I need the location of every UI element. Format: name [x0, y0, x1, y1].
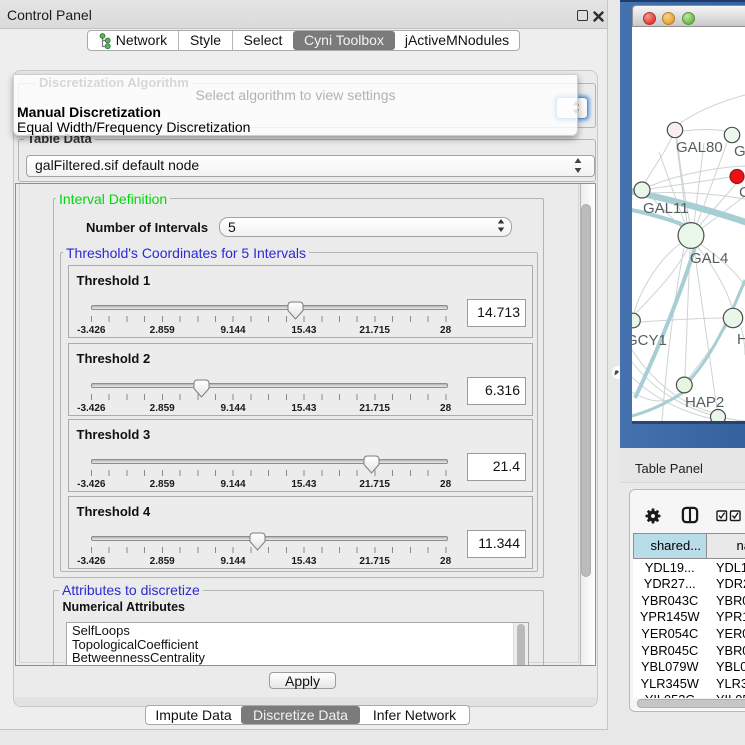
svg-text:CY: CY	[739, 184, 745, 201]
svg-text:GAL4: GAL4	[690, 250, 728, 267]
svg-text:GCY1: GCY1	[632, 332, 667, 349]
svg-text:GAL11: GAL11	[643, 200, 689, 217]
svg-text:HIS: HIS	[737, 331, 745, 348]
svg-text:GA: GA	[734, 143, 745, 160]
svg-text:GAL80: GAL80	[676, 139, 723, 156]
svg-text:HAP2: HAP2	[685, 394, 724, 411]
